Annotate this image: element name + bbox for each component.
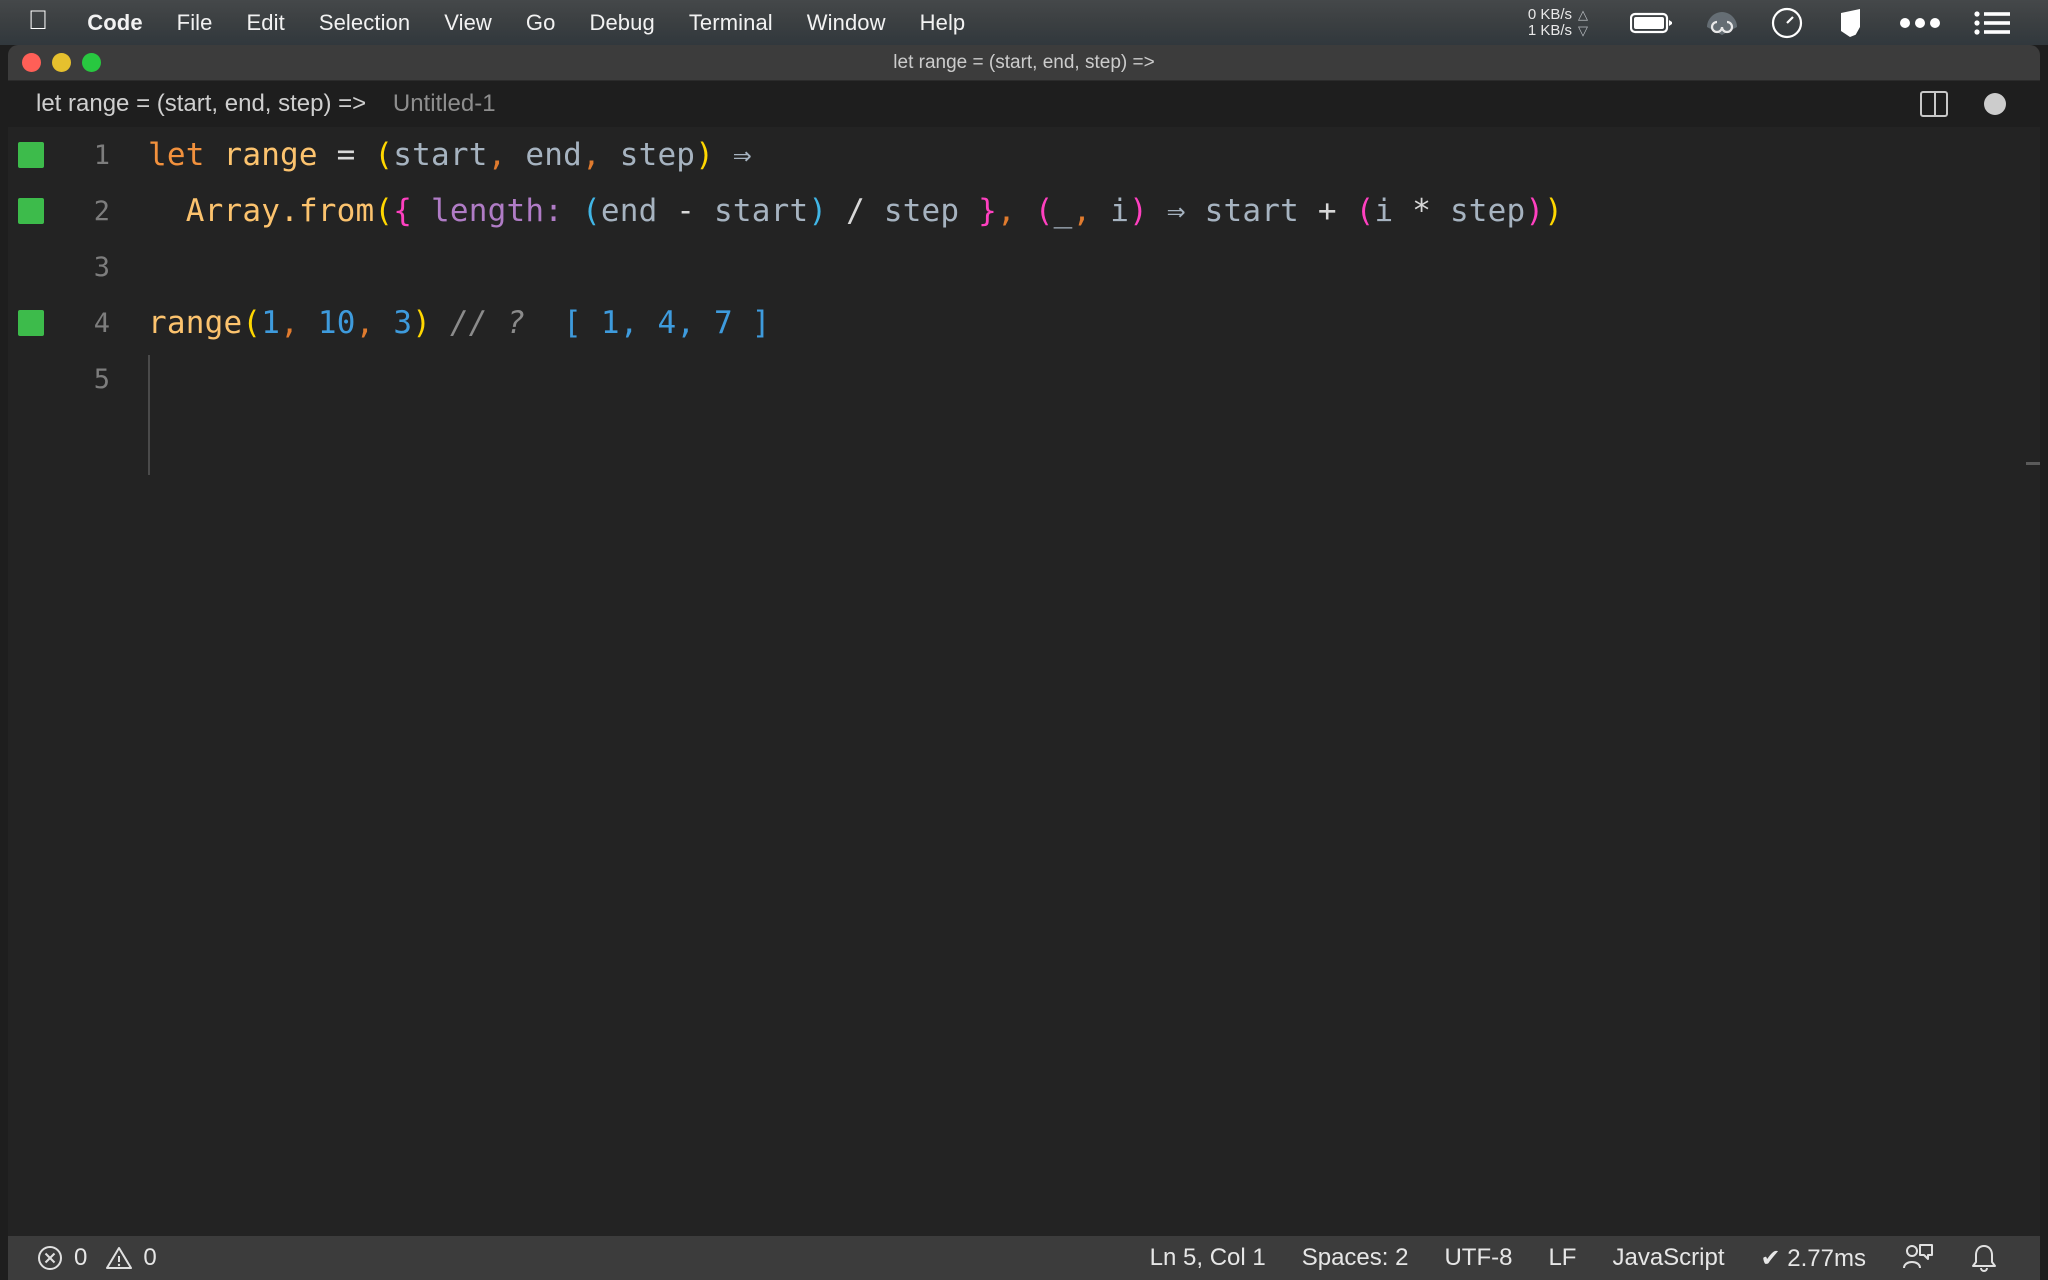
network-arrows-icon: △▽: [1578, 7, 1588, 39]
line-number: 3: [54, 252, 126, 283]
menu-items: CodeFileEditSelectionViewGoDebugTerminal…: [70, 10, 982, 36]
code-content[interactable]: range(1, 10, 3) // ? [ 1, 4, 7 ]: [126, 305, 771, 341]
language-mode[interactable]: JavaScript: [1594, 1244, 1742, 1272]
menu-item-debug[interactable]: Debug: [572, 10, 671, 36]
unsaved-changes-icon[interactable]: [1984, 93, 2006, 115]
error-count: 0: [74, 1244, 87, 1272]
warning-icon: [105, 1244, 133, 1272]
upload-speed: 0 KB/s: [1528, 7, 1572, 23]
menu-item-file[interactable]: File: [160, 10, 230, 36]
line-number: 5: [54, 364, 126, 395]
code-line[interactable]: 1let range = (start, end, step) ⇒: [8, 127, 2040, 183]
window-title-bar: let range = (start, end, step) =>: [8, 45, 2040, 81]
editor-actions: [1920, 91, 2040, 117]
code-line[interactable]: 4range(1, 10, 3) // ? [ 1, 4, 7 ]: [8, 295, 2040, 351]
breakpoint-gutter[interactable]: [8, 142, 54, 168]
menu-item-edit[interactable]: Edit: [230, 10, 302, 36]
menu-item-view[interactable]: View: [427, 10, 509, 36]
line-number: 2: [54, 196, 126, 227]
encoding-setting[interactable]: UTF-8: [1426, 1244, 1530, 1272]
menu-item-code[interactable]: Code: [70, 10, 159, 36]
network-speed-indicator[interactable]: 0 KB/s 1 KB/s △▽: [1528, 7, 1588, 39]
code-line[interactable]: 5: [8, 351, 2040, 407]
breakpoint-gutter[interactable]: [8, 198, 54, 224]
editor-scrollbar[interactable]: [2026, 462, 2040, 465]
gauge-icon[interactable]: [1770, 6, 1804, 40]
breadcrumb-separator: [376, 90, 383, 118]
traffic-lights: [22, 53, 101, 72]
status-bar: 0 0 Ln 5, Col 1 Spaces: 2 UTF-8 LF JavaS…: [8, 1236, 2040, 1280]
breakpoint-gutter[interactable]: [8, 310, 54, 336]
menu-item-selection[interactable]: Selection: [302, 10, 427, 36]
menu-bar-tray: 0 KB/s 1 KB/s △▽: [1528, 0, 2048, 45]
menu-item-terminal[interactable]: Terminal: [672, 10, 790, 36]
problems-status[interactable]: 0 0: [36, 1244, 175, 1272]
menu-item-help[interactable]: Help: [903, 10, 983, 36]
zoom-button[interactable]: [82, 53, 101, 72]
cursor-position[interactable]: Ln 5, Col 1: [1132, 1244, 1284, 1272]
eol-setting[interactable]: LF: [1530, 1244, 1594, 1272]
line-number: 4: [54, 308, 126, 339]
download-speed: 1 KB/s: [1528, 23, 1572, 39]
apple-logo-icon[interactable]: : [28, 7, 48, 34]
quokka-marker-icon[interactable]: [18, 142, 44, 168]
error-icon: [36, 1244, 64, 1272]
line-number: 1: [54, 140, 126, 171]
code-line[interactable]: 3: [8, 239, 2040, 295]
menu-item-window[interactable]: Window: [790, 10, 903, 36]
bell-icon[interactable]: [1952, 1243, 2016, 1273]
indentation-setting[interactable]: Spaces: 2: [1284, 1244, 1427, 1272]
cloud-sync-icon[interactable]: [1706, 9, 1738, 37]
quokka-timing[interactable]: ✔ 2.77ms: [1743, 1244, 1884, 1273]
code-lines: 1let range = (start, end, step) ⇒2 Array…: [8, 127, 2040, 407]
list-icon[interactable]: [1974, 10, 2010, 36]
feedback-icon[interactable]: [1884, 1243, 1952, 1273]
indent-guide: [148, 355, 150, 475]
breadcrumb-symbol[interactable]: let range = (start, end, step) =>: [36, 90, 366, 118]
menu-item-go[interactable]: Go: [509, 10, 573, 36]
close-button[interactable]: [22, 53, 41, 72]
code-content[interactable]: let range = (start, end, step) ⇒: [126, 137, 752, 173]
warning-count: 0: [143, 1244, 156, 1272]
vscode-window: let range = (start, end, step) => let ra…: [8, 45, 2040, 1280]
code-content[interactable]: Array.from({ length: (end - start) / ste…: [126, 193, 1563, 229]
status-bar-right: Ln 5, Col 1 Spaces: 2 UTF-8 LF JavaScrip…: [1132, 1243, 2040, 1273]
code-line[interactable]: 2 Array.from({ length: (end - start) / s…: [8, 183, 2040, 239]
quokka-marker-icon[interactable]: [18, 310, 44, 336]
breadcrumb-file[interactable]: Untitled-1: [393, 90, 496, 118]
status-bar-left: 0 0: [8, 1244, 175, 1272]
battery-icon[interactable]: [1630, 11, 1674, 35]
minimize-button[interactable]: [52, 53, 71, 72]
code-editor[interactable]: 1let range = (start, end, step) ⇒2 Array…: [8, 127, 2040, 1236]
macos-menu-bar:  CodeFileEditSelectionViewGoDebugTermin…: [0, 0, 2048, 45]
quokka-marker-icon[interactable]: [18, 198, 44, 224]
split-editor-icon[interactable]: [1920, 91, 1948, 117]
shape-icon[interactable]: [1836, 7, 1866, 39]
breadcrumb: let range = (start, end, step) => Untitl…: [8, 81, 2040, 127]
window-title: let range = (start, end, step) =>: [8, 52, 2040, 74]
ellipsis-icon[interactable]: [1898, 16, 1942, 30]
